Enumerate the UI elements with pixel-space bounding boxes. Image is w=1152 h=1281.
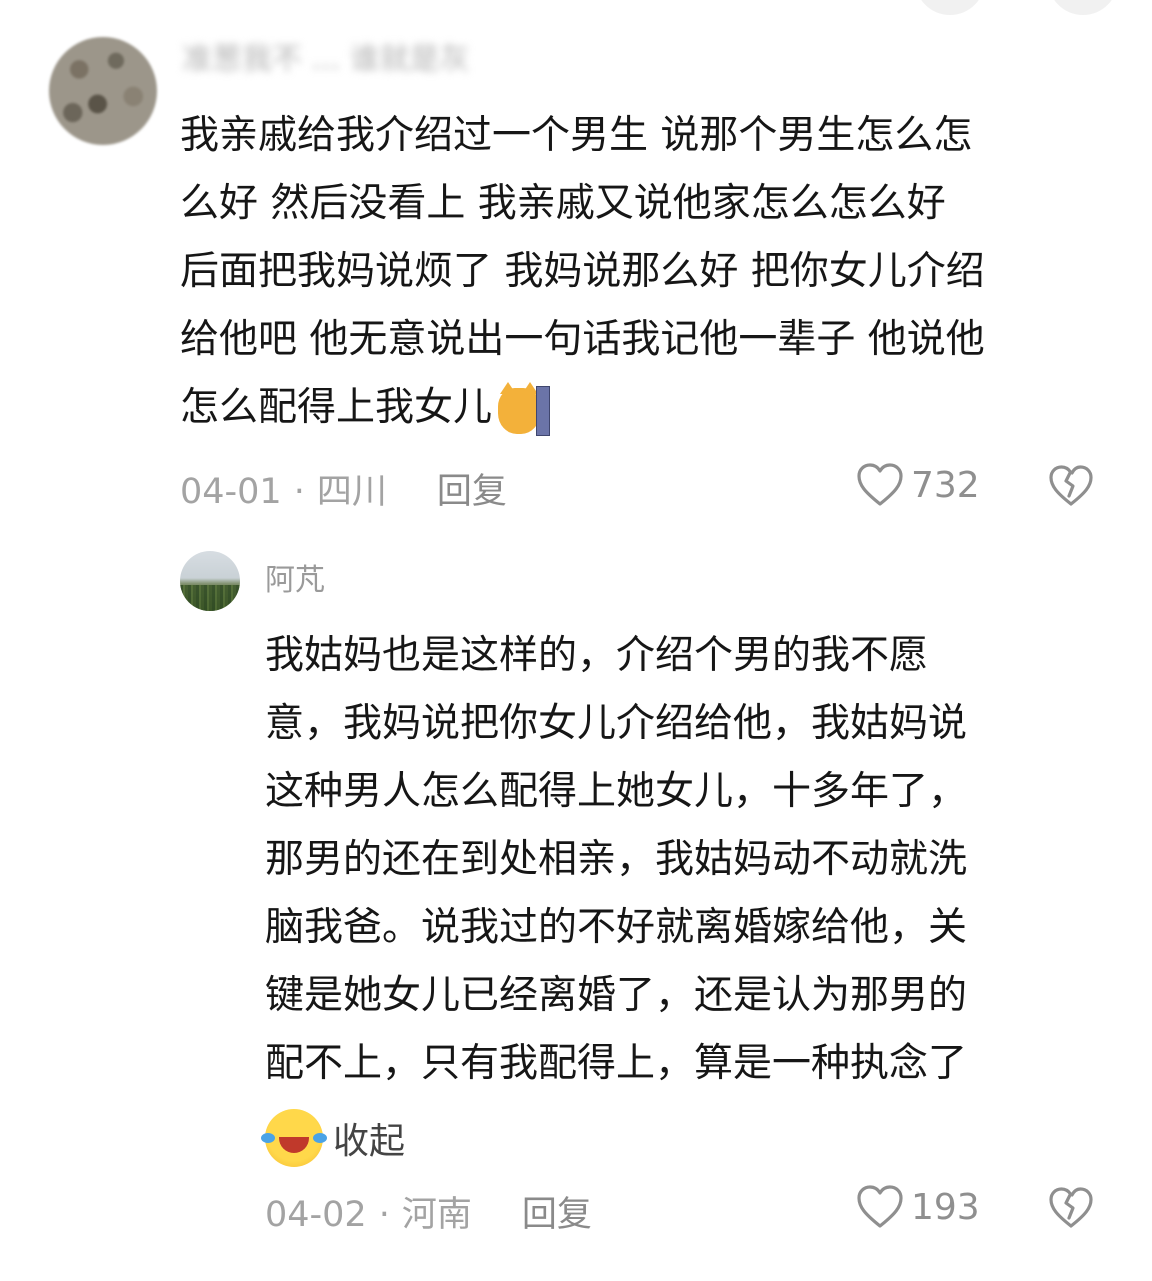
username[interactable]: 准葱我不 ... 谁就是灰 — [182, 42, 470, 78]
comment-line: 这种男人怎么配得上她女儿，十多年了， — [265, 769, 968, 814]
comment-line: 我亲戚给我介绍过一个男生 说那个男生怎么怎 — [180, 113, 973, 158]
comment-text: 我亲戚给我介绍过一个男生 说那个男生怎么怎 么好 然后没看上 我亲戚又说他家怎么… — [180, 102, 1120, 442]
reply-button[interactable]: 回复 — [522, 1195, 592, 1235]
dislike-button[interactable] — [1048, 1186, 1094, 1234]
separator: · — [378, 1195, 390, 1235]
comment-line: 意，我妈说把你女儿介绍给他，我姑妈说 — [265, 701, 968, 746]
comment-line-last: 怎么配得上我女儿 — [180, 374, 1120, 442]
like-button[interactable]: 732 — [855, 462, 980, 508]
cat-emoji-icon — [498, 381, 551, 436]
comment-line: 键是她女儿已经离婚了，还是认为那男的 — [265, 973, 968, 1018]
collapse-label: 收起 — [333, 1121, 406, 1162]
comment-line: 怎么配得上我女儿 — [180, 385, 493, 430]
top-action-circle[interactable] — [915, 0, 985, 15]
comment-line: 脑我爸。说我过的不好就离婚嫁给他，关 — [265, 905, 968, 950]
broken-heart-icon — [1049, 1187, 1093, 1228]
heart-icon — [857, 1185, 903, 1228]
comment-text: 我姑妈也是这样的，介绍个男的我不愿 意，我妈说把你女儿介绍给他，我姑妈说 这种男… — [265, 622, 1095, 1098]
comment-meta: 04-01 · 四川 回复 — [180, 463, 507, 514]
avatar[interactable] — [180, 551, 240, 611]
like-count: 732 — [911, 464, 980, 506]
reply-button[interactable]: 回复 — [437, 472, 507, 512]
comment-date: 04-02 — [265, 1195, 367, 1235]
avatar[interactable] — [49, 37, 157, 145]
heart-icon — [857, 463, 903, 506]
like-button[interactable]: 193 — [855, 1184, 980, 1230]
comment-location: 河南 — [401, 1195, 472, 1235]
comment-line: 么好 然后没看上 我亲戚又说他家怎么怎么好 — [180, 181, 946, 226]
comment-line: 我姑妈也是这样的，介绍个男的我不愿 — [265, 633, 929, 678]
comment-line: 后面把我妈说烦了 我妈说那么好 把你女儿介绍 — [180, 249, 985, 294]
like-count: 193 — [911, 1186, 980, 1228]
collapse-button[interactable]: 收起 — [261, 1108, 406, 1168]
comment-location: 四川 — [316, 472, 387, 512]
comment-line: 配不上，只有我配得上，算是一种执念了 — [265, 1041, 968, 1086]
separator: · — [293, 472, 305, 512]
comment-date: 04-01 — [180, 472, 282, 512]
top-action-circle[interactable] — [1048, 0, 1118, 15]
comment-line: 给他吧 他无意说出一句话我记他一辈子 他说他 — [180, 317, 985, 362]
dislike-button[interactable] — [1048, 464, 1094, 512]
comment-line: 那男的还在到处相亲，我姑妈动不动就洗 — [265, 837, 968, 882]
broken-heart-icon — [1049, 465, 1093, 506]
laughing-crying-emoji-icon — [261, 1109, 327, 1167]
comment-meta: 04-02 · 河南 回复 — [265, 1186, 592, 1237]
username[interactable]: 阿芃 — [265, 563, 325, 599]
